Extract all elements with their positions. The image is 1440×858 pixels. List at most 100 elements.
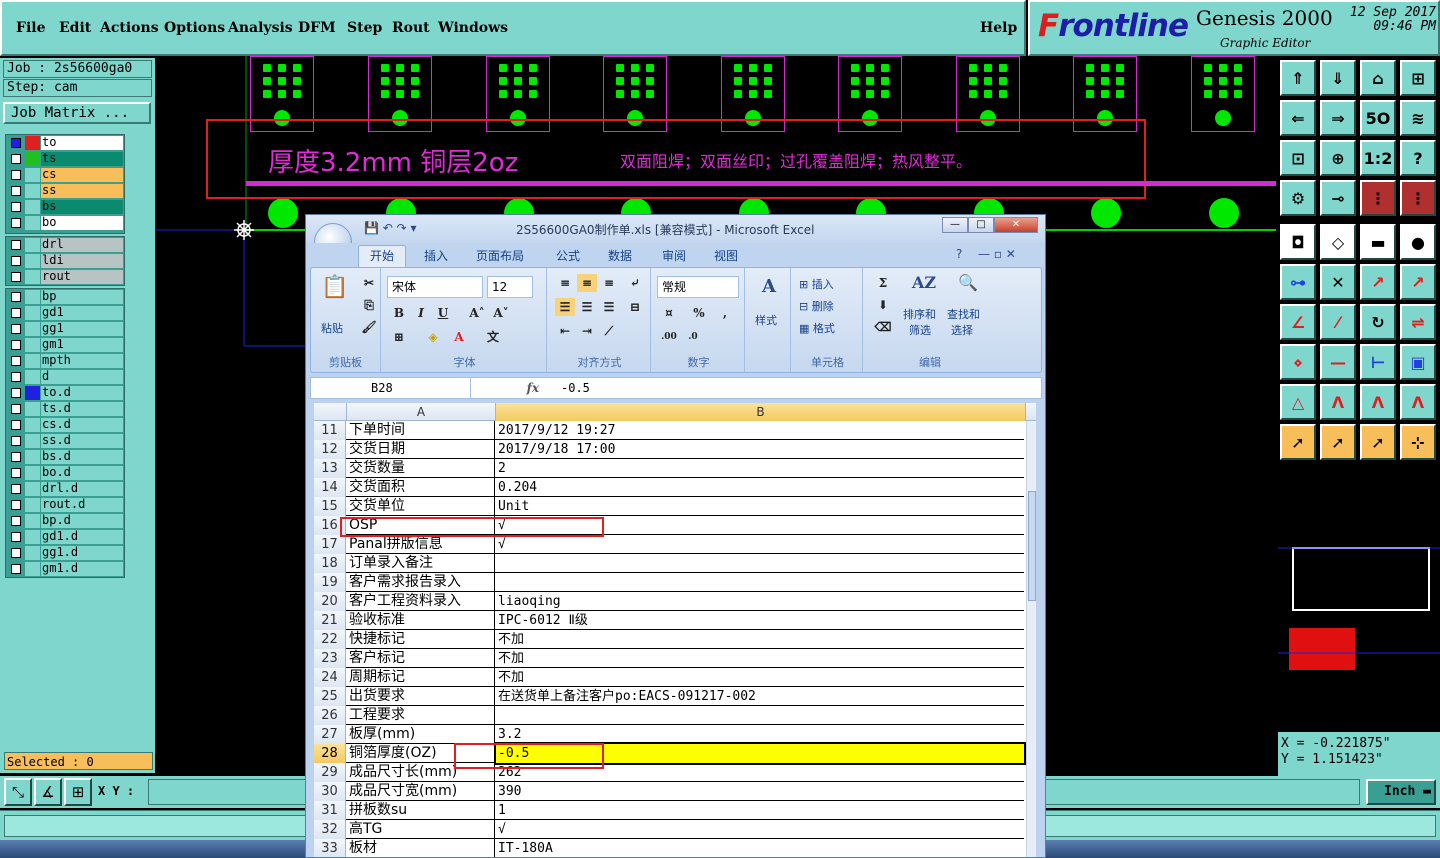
align-bottom-icon[interactable]: ≡	[599, 274, 619, 292]
row-number[interactable]: 15	[314, 497, 346, 516]
row-number[interactable]: 27	[314, 725, 346, 744]
row-number[interactable]: 22	[314, 630, 346, 649]
layer-row[interactable]: rout	[6, 269, 124, 285]
merge-icon[interactable]: ⊟	[625, 298, 645, 316]
decrease-decimal-icon[interactable]: .0	[683, 328, 703, 346]
layer-row[interactable]: gm1	[6, 337, 124, 353]
layer-checkbox[interactable]	[11, 388, 21, 398]
cell-a[interactable]: 验收标准	[347, 611, 495, 630]
find-label[interactable]: 查找和	[947, 306, 980, 322]
layer-row[interactable]: ss.d	[6, 433, 124, 449]
cell-b[interactable]: √	[496, 535, 1024, 554]
cell-a[interactable]: 出货要求	[347, 687, 495, 706]
layer-name[interactable]: ts	[41, 152, 123, 166]
font-name-select[interactable]: 宋体	[387, 276, 483, 298]
select-area-icon[interactable]: ➚	[1360, 424, 1396, 460]
layer-color-swatch[interactable]	[25, 322, 40, 336]
table-row[interactable]: 17 Panal拼版信息 √	[314, 535, 1024, 554]
menu-edit[interactable]: Edit	[59, 20, 91, 36]
fx-icon[interactable]: fx	[473, 378, 543, 398]
layer-checkbox[interactable]	[11, 324, 21, 334]
spreadsheet[interactable]: A B 11 下单时间 2017/9/12 19:27 12 交货日期 2017/9/18…	[314, 403, 1036, 857]
cell-b[interactable]	[496, 573, 1024, 592]
mirror-icon[interactable]: ⇌	[1400, 304, 1436, 340]
styles-button[interactable]: 样式	[755, 312, 777, 328]
row-number[interactable]: 19	[314, 573, 346, 592]
help-icon[interactable]: ?	[1400, 140, 1436, 176]
layer-name[interactable]: ss.d	[41, 434, 123, 448]
layer-color-swatch[interactable]	[25, 434, 40, 448]
layer-name[interactable]: gd1	[41, 306, 123, 320]
align-right-icon[interactable]: ☰	[599, 298, 619, 316]
layer-color-swatch[interactable]	[25, 402, 40, 416]
border-icon[interactable]: ⊞	[389, 328, 409, 346]
connect-icon[interactable]: ⊶	[1280, 264, 1316, 300]
table-row[interactable]: 30 成品尺寸宽(mm) 390	[314, 782, 1024, 801]
measure-icon[interactable]: ⊸	[1320, 180, 1356, 216]
cell-a[interactable]: 下单时间	[347, 421, 495, 440]
vertical-scrollbar[interactable]	[1026, 421, 1036, 857]
font-size-select[interactable]: 12	[487, 276, 533, 298]
layer-name[interactable]: gm1.d	[41, 562, 123, 576]
cell-a[interactable]: 交货数量	[347, 459, 495, 478]
layer-name[interactable]: bp	[41, 290, 123, 304]
paste-icon[interactable]: 📋	[321, 276, 348, 308]
column-a-header[interactable]: A	[347, 403, 496, 421]
layer-name[interactable]: cs.d	[41, 418, 123, 432]
row-number[interactable]: 24	[314, 668, 346, 687]
layer-color-swatch[interactable]	[25, 136, 40, 150]
cell-a[interactable]: 快捷标记	[347, 630, 495, 649]
cell-b[interactable]: 在送货单上备注客户po:EACS-091217-002	[496, 687, 1024, 706]
cell-b[interactable]: IT-180A	[496, 839, 1024, 857]
cross-icon[interactable]: ✕	[1320, 264, 1356, 300]
layer-row[interactable]: bo	[6, 215, 124, 231]
cell-b[interactable]: 不加	[496, 630, 1024, 649]
layer-name[interactable]: rout	[41, 270, 123, 284]
row-number[interactable]: 29	[314, 763, 346, 782]
comma-icon[interactable]: ,	[715, 304, 735, 322]
layer-checkbox[interactable]	[11, 436, 21, 446]
table-row[interactable]: 15 交货单位 Unit	[314, 497, 1024, 516]
row-number[interactable]: 25	[314, 687, 346, 706]
table-row[interactable]: 18 订单录入备注	[314, 554, 1024, 573]
layer-checkbox[interactable]	[11, 292, 21, 302]
angle-snap-icon[interactable]: ∡	[34, 778, 62, 806]
table-row[interactable]: 21 验收标准 IPC-6012 Ⅱ级	[314, 611, 1024, 630]
triangle-icon[interactable]: △	[1280, 384, 1316, 420]
styles-icon[interactable]: A	[757, 278, 781, 302]
format-button[interactable]: ▦ 格式	[799, 320, 835, 336]
cell-b[interactable]	[496, 706, 1024, 725]
layer-row[interactable]: to	[6, 135, 124, 151]
row-number[interactable]: 21	[314, 611, 346, 630]
layer-row[interactable]: bo.d	[6, 465, 124, 481]
cell-b[interactable]: 1	[496, 801, 1024, 820]
orientation-icon[interactable]: ⟋	[599, 322, 619, 340]
layer-name[interactable]: bo	[41, 216, 123, 230]
layer-row[interactable]: gd1.d	[6, 529, 124, 545]
layer-name[interactable]: d	[41, 370, 123, 384]
grid-icon[interactable]: ⊞	[64, 778, 92, 806]
zoom-box-icon[interactable]: ⤡	[4, 778, 32, 806]
layer-row[interactable]: ts.d	[6, 401, 124, 417]
layer-color-swatch[interactable]	[25, 562, 40, 576]
layer-name[interactable]: gg1.d	[41, 546, 123, 560]
layer-color-swatch[interactable]	[25, 418, 40, 432]
underline-icon[interactable]: U	[433, 304, 453, 322]
layer-checkbox[interactable]	[11, 372, 21, 382]
align-top-icon[interactable]: ≡	[555, 274, 575, 292]
layer-row[interactable]: drl.d	[6, 481, 124, 497]
cell-a[interactable]: 客户需求报告录入	[347, 573, 495, 592]
table-row[interactable]: 27 板厚(mm) 3.2	[314, 725, 1024, 744]
row-number[interactable]: 17	[314, 535, 346, 554]
cell-a[interactable]: 交货面积	[347, 478, 495, 497]
shrink-font-icon[interactable]: A˅	[491, 304, 511, 322]
increase-decimal-icon[interactable]: .00	[659, 328, 679, 346]
layer-row[interactable]: rout.d	[6, 497, 124, 513]
snap-line-icon[interactable]: ↗	[1400, 264, 1436, 300]
ruler-icon[interactable]: ▬	[1360, 224, 1396, 260]
layer-color-swatch[interactable]	[25, 290, 40, 304]
layer-checkbox[interactable]	[11, 404, 21, 414]
ribbon-help-icon[interactable]: ?	[956, 247, 962, 261]
cut-icon[interactable]: ✂	[359, 274, 379, 292]
row-number[interactable]: 31	[314, 801, 346, 820]
